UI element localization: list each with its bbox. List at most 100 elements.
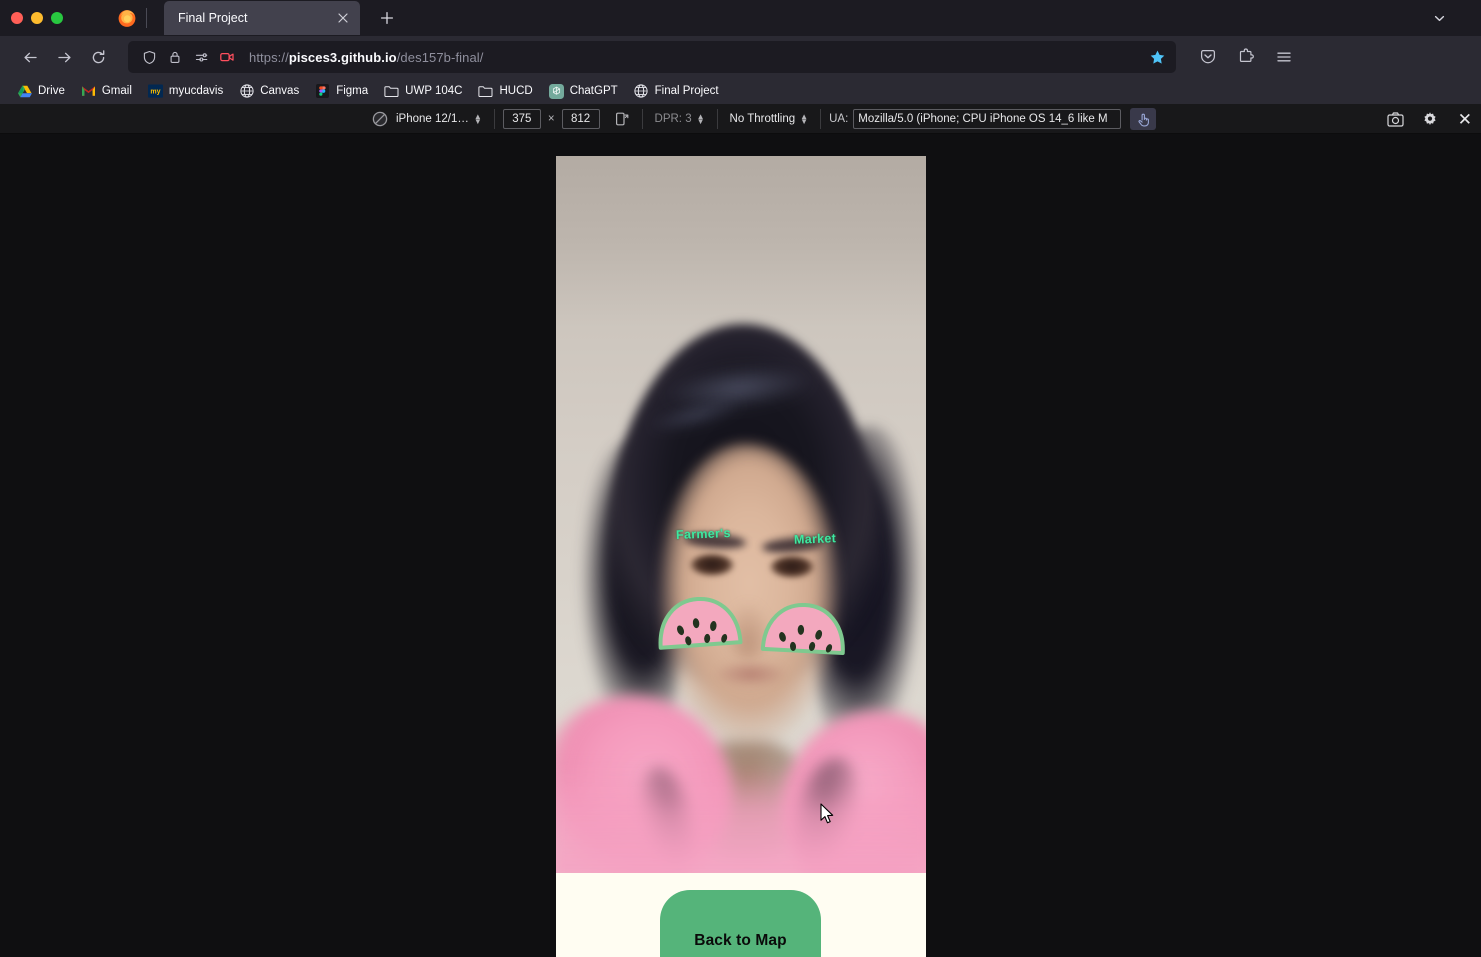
close-icon[interactable]: [332, 7, 354, 29]
reload-icon[interactable]: [82, 41, 114, 73]
camera-sharing-icon[interactable]: [215, 45, 239, 69]
pocket-save-icon[interactable]: [1192, 41, 1224, 73]
browser-content-area: Farmer's Market Back to Map: [0, 134, 1481, 957]
chevron-down-icon[interactable]: [1425, 4, 1453, 32]
figma-icon: [315, 84, 330, 99]
dpr-selector[interactable]: DPR: 3 ▲ ▼: [651, 111, 709, 127]
simulated-device-viewport: Farmer's Market Back to Map: [555, 156, 926, 957]
bookmark-uwp-104c[interactable]: UWP 104C: [377, 81, 469, 102]
divider: [820, 109, 822, 129]
eye-right: [769, 556, 814, 578]
device-name: iPhone 12/1…: [396, 113, 469, 125]
camera-feed[interactable]: Farmer's Market: [555, 156, 926, 873]
navigation-toolbar: https://pisces3.github.io/des157b-final/: [0, 36, 1481, 78]
watermelon-sticker-left: [654, 593, 743, 651]
device-selector[interactable]: iPhone 12/1… ▲ ▼: [392, 111, 486, 127]
bookmark-gmail[interactable]: Gmail: [74, 81, 139, 102]
url-scheme: https://: [249, 49, 289, 65]
throttling-selector[interactable]: No Throttling ▲ ▼: [726, 111, 813, 127]
google-drive-icon: [17, 84, 32, 99]
lips: [715, 661, 786, 687]
viewport-height-input[interactable]: 812: [561, 109, 600, 129]
chevron-updown-icon: ▲ ▼: [696, 112, 705, 126]
window-traffic-lights: [0, 12, 74, 24]
divider: [493, 109, 495, 129]
watermelon-sticker-right: [759, 600, 848, 656]
touch-simulation-icon[interactable]: [1130, 108, 1157, 130]
url-path: /des157b-final/: [396, 49, 484, 65]
myucdavis-icon: my: [147, 84, 163, 99]
window-zoom-button[interactable]: [51, 12, 63, 24]
chatgpt-icon: [548, 83, 564, 99]
folder-icon: [384, 84, 399, 99]
bookmark-label: UWP 104C: [405, 85, 463, 97]
bookmark-canvas[interactable]: Canvas: [232, 81, 306, 102]
tab-title: Final Project: [178, 11, 248, 25]
ar-text-right: Market: [793, 531, 836, 547]
bookmark-final-project[interactable]: Final Project: [627, 81, 726, 102]
tab-strip: Final Project: [0, 0, 1481, 36]
globe-icon: [239, 84, 254, 99]
forward-arrow-icon[interactable]: [48, 41, 80, 73]
shield-icon[interactable]: [137, 45, 161, 69]
lock-icon[interactable]: [163, 45, 187, 69]
bookmark-label: Drive: [38, 85, 65, 97]
rdm-right-controls: ✕: [1384, 104, 1481, 134]
back-to-map-button[interactable]: Back to Map: [660, 890, 821, 957]
star-icon[interactable]: [1144, 44, 1170, 70]
bookmark-label: Canvas: [260, 85, 300, 97]
no-device-icon: [368, 108, 392, 130]
browser-tab-final-project[interactable]: Final Project: [146, 1, 360, 35]
new-tab-button[interactable]: [374, 5, 400, 31]
eye-left: [689, 554, 734, 576]
throttling-label: No Throttling: [729, 113, 796, 125]
window-minimize-button[interactable]: [31, 12, 43, 24]
user-agent-label: UA:: [829, 113, 849, 125]
bookmark-label: HUCD: [499, 85, 533, 97]
rdm-controls: iPhone 12/1… ▲ ▼ 375 × 812 DPR: 3 ▲ ▼ No T…: [368, 104, 1157, 134]
responsive-design-mode-toolbar: iPhone 12/1… ▲ ▼ 375 × 812 DPR: 3 ▲ ▼ No T…: [0, 104, 1481, 134]
address-bar[interactable]: https://pisces3.github.io/des157b-final/: [128, 41, 1176, 73]
dpr-label: DPR: 3: [654, 113, 692, 125]
bookmark-label: ChatGPT: [569, 85, 618, 97]
bookmark-drive[interactable]: Drive: [10, 81, 72, 102]
folder-icon: [478, 84, 493, 99]
globe-icon: [634, 84, 649, 99]
bookmark-label: myucdavis: [168, 85, 224, 97]
bookmark-label: Gmail: [101, 85, 132, 97]
back-arrow-icon[interactable]: [14, 41, 46, 73]
bookmark-chatgpt[interactable]: ChatGPT: [542, 81, 625, 102]
bookmark-hucd[interactable]: HUCD: [471, 81, 539, 102]
window-close-button[interactable]: [11, 12, 23, 24]
user-agent-input[interactable]: Mozilla/5.0 (iPhone; CPU iPhone OS 14_6 …: [853, 109, 1122, 129]
app-menu-icon[interactable]: [1268, 41, 1300, 73]
url-text[interactable]: https://pisces3.github.io/des157b-final/: [241, 50, 1142, 65]
url-host: pisces3.github.io: [288, 49, 397, 65]
chevron-updown-icon: ▲ ▼: [800, 112, 809, 126]
firefox-logo-icon: [116, 7, 138, 29]
bookmarks-bar: Drive Gmail my myucdavis Canvas Figma UW…: [0, 78, 1481, 104]
hoodie-body: [555, 763, 926, 873]
svg-text:my: my: [150, 89, 160, 96]
tab-strip-right-controls: [1425, 0, 1481, 36]
viewport-width-input[interactable]: 375: [502, 109, 541, 129]
divider: [716, 109, 718, 129]
navbar-right-controls: [1192, 41, 1300, 73]
camera-icon[interactable]: [1384, 108, 1408, 130]
gmail-icon: [81, 84, 96, 99]
gear-icon[interactable]: [1418, 108, 1442, 130]
rotate-viewport-icon[interactable]: [610, 108, 634, 130]
bookmark-label: Figma: [336, 85, 369, 97]
bookmark-label: Final Project: [654, 85, 719, 97]
dimension-separator: ×: [547, 113, 555, 125]
close-rdm-button[interactable]: ✕: [1452, 111, 1472, 128]
extensions-icon[interactable]: [1230, 41, 1262, 73]
divider: [641, 109, 643, 129]
chevron-updown-icon: ▲ ▼: [473, 112, 482, 126]
bookmark-figma[interactable]: Figma: [308, 81, 375, 102]
viewport-bottom-panel: Back to Map: [555, 873, 926, 957]
mouse-cursor: [820, 803, 835, 830]
bookmark-myucdavis[interactable]: my myucdavis: [141, 81, 230, 102]
ar-text-left: Farmer's: [675, 526, 731, 542]
permissions-icon[interactable]: [189, 45, 213, 69]
